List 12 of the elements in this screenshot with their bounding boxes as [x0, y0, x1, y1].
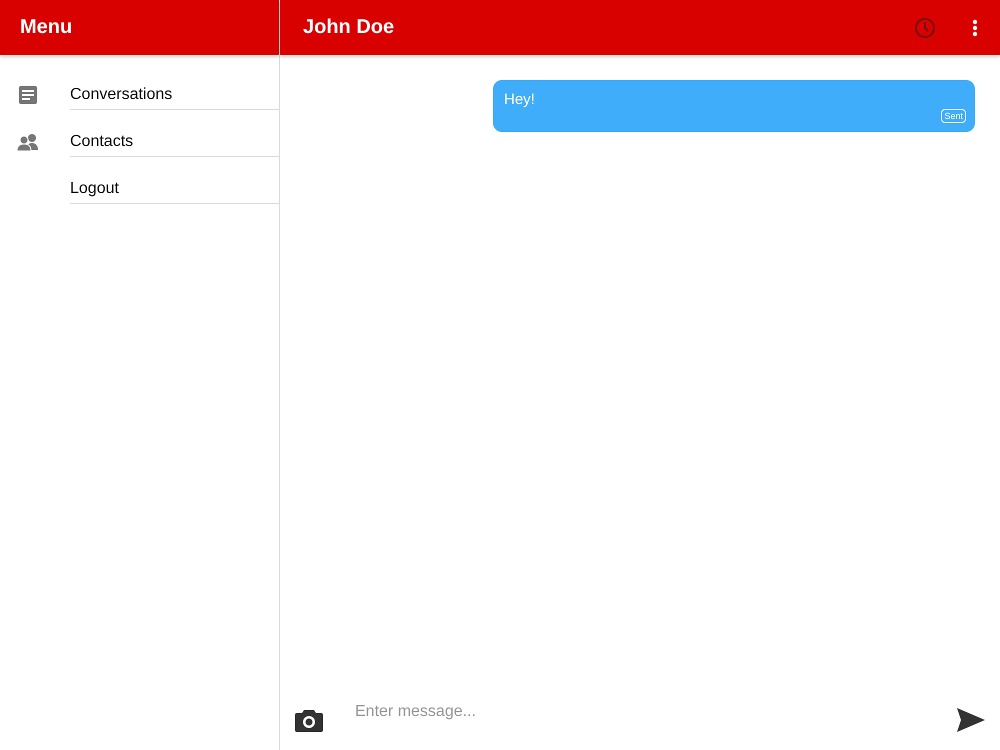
message-text: Hey! — [504, 91, 535, 108]
people-icon — [16, 132, 38, 150]
menu-item[interactable]: Contacts — [0, 118, 279, 165]
contact-name: John Doe — [303, 16, 394, 39]
menu-item[interactable]: Logout — [0, 165, 279, 212]
message-status: Sent — [941, 109, 966, 123]
camera-icon[interactable] — [295, 708, 323, 732]
menu-title: Menu — [20, 16, 72, 39]
menu-item[interactable]: Conversations — [0, 71, 279, 118]
document-icon — [18, 84, 38, 104]
more-icon[interactable] — [972, 18, 978, 36]
send-icon[interactable] — [957, 708, 985, 732]
